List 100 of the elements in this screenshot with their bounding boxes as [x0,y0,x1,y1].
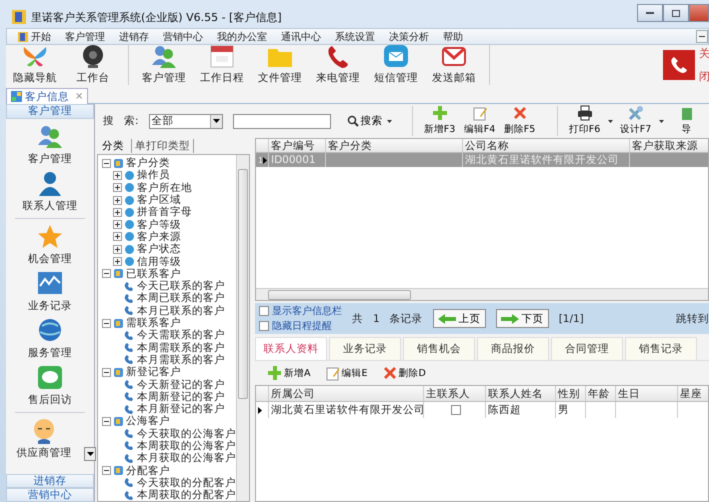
tree-item[interactable]: 客户状态 [137,242,181,256]
nav-item[interactable]: 联系人管理 [10,170,90,214]
collapse-toggle[interactable] [102,466,111,476]
tree-item[interactable]: 客户等级 [137,218,181,232]
expand-toggle[interactable] [113,244,122,254]
tree-item[interactable]: 本周已联系的客户 [137,291,225,306]
nav-item[interactable]: 供应商管理 [4,417,84,461]
column-header[interactable]: 星座 [678,386,709,401]
toolbar-button[interactable]: 文件管理 [253,43,307,85]
search-button[interactable]: 搜索 [346,114,383,128]
tab[interactable]: 单打印类型 [131,139,194,153]
tab[interactable]: 商品报价 [477,337,549,360]
tree-item[interactable]: 新登记客户 [126,365,181,380]
document-tab[interactable]: 客户信息 × [6,88,88,104]
nav-item[interactable]: 售后回访 [10,364,90,408]
toolbar-button[interactable]: 编辑E [324,365,368,381]
nav-item[interactable]: 机会管理 [10,223,90,267]
collapse-toggle[interactable] [102,368,111,377]
minimize-menu-button[interactable] [696,30,708,43]
tree-item[interactable]: 信用等级 [137,254,181,269]
collapse-toggle[interactable] [102,318,111,328]
nav-section-button[interactable]: 营销中心 [6,488,94,502]
toolbar-button[interactable]: 工作日程 [195,43,249,85]
menu-item[interactable]: 系统设置 [328,29,382,44]
close-tab-button[interactable]: × [75,91,84,102]
nav-item[interactable]: 服务管理 [10,317,90,361]
column-header[interactable]: 公司名称 [463,139,630,152]
expand-toggle[interactable] [113,196,122,205]
expand-toggle[interactable] [113,170,122,180]
previous-page-button[interactable]: 上页 [432,309,486,328]
nav-section-button[interactable]: 进销存 [6,474,94,488]
tab[interactable]: 销售机会 [403,337,475,360]
tree-item[interactable]: 本月新登记的客户 [137,402,225,416]
collapse-toggle[interactable] [102,269,111,278]
column-header[interactable]: 联系人姓名 [486,386,556,401]
column-header[interactable]: 客户分类 [326,139,463,152]
next-page-button[interactable]: 下页 [496,309,549,328]
expand-toggle[interactable] [113,208,122,217]
column-header[interactable]: 客户编号 [269,139,326,152]
column-header[interactable]: 所属公司 [269,386,424,401]
toolbar-button[interactable]: 新增A [267,365,310,381]
menu-item[interactable]: 决策分析 [382,29,436,44]
tree-item[interactable]: 今天新登记的客户 [137,378,225,392]
toolbar-button[interactable]: 短信管理 [369,43,423,85]
tree-item[interactable]: 本月获取的公海客户 [137,451,236,466]
collapse-toggle[interactable] [102,416,111,426]
tree-item[interactable]: 今天已联系的客户 [137,279,225,294]
checkbox[interactable] [259,306,269,316]
tree-item[interactable]: 本周获取的分配客户 [137,488,236,501]
toolbar-button[interactable]: 编辑F4 [462,105,497,136]
nav-item[interactable]: 客户管理 [10,123,90,167]
collapse-toggle[interactable] [102,158,111,168]
toolbar-button[interactable]: 删除F5 [502,105,537,136]
toolbar-button[interactable]: 客户管理 [137,43,191,85]
tree-item[interactable]: 本周需联系的客户 [137,340,225,355]
tree-item[interactable]: 客户区域 [137,193,181,208]
scope-dropdown[interactable]: 全部 [148,114,223,128]
tab[interactable]: 业务记录 [329,337,401,360]
tab[interactable]: 销售记录 [625,337,697,360]
checkbox[interactable] [259,321,269,331]
tree-item[interactable]: 操作员 [137,168,170,182]
toolbar-button[interactable]: 发送邮箱 [427,43,481,85]
tree-item[interactable]: 本月需联系的客户 [137,352,225,367]
dropdown-button[interactable] [84,447,96,461]
toolbar-button[interactable]: 隐藏导航 [8,43,62,85]
expand-toggle[interactable] [113,183,122,192]
maximize-button[interactable] [663,4,689,22]
expand-toggle[interactable] [113,232,122,242]
tree-item[interactable]: 拼音首字母 [137,205,192,220]
expand-toggle[interactable] [113,257,122,266]
tree-item[interactable]: 已联系客户 [126,266,181,281]
tree-item[interactable]: 本周获取的公海客户 [137,438,236,453]
column-header[interactable]: 年龄 [586,386,616,401]
menu-item[interactable]: 营销中心 [156,29,210,44]
tab[interactable]: 联系人资料 [255,337,327,360]
tree-item[interactable]: 今天获取的分配客户 [137,476,236,490]
column-header[interactable]: 生日 [616,386,678,401]
checkbox[interactable] [450,405,460,415]
menu-item[interactable]: 开始 [11,29,58,44]
tab[interactable]: 合同管理 [551,337,623,360]
menu-item[interactable]: 帮助 [436,29,470,44]
nav-header[interactable]: 客户管理 [6,104,94,119]
tree-item[interactable]: 分配客户 [126,464,170,478]
menu-item[interactable]: 我的办公室 [210,29,274,44]
search-field[interactable] [232,114,331,128]
toolbar-button[interactable]: 打印F6 [568,105,602,136]
tab[interactable]: 分类 [99,139,127,153]
column-header[interactable]: 客户获取来源 [630,139,709,152]
tree-item[interactable]: 本周新登记的客户 [137,390,225,404]
nav-item[interactable]: 业务记录 [10,270,90,314]
tree-item[interactable]: 客户所在地 [137,180,192,195]
menu-item[interactable]: 进销存 [112,29,156,44]
expand-toggle[interactable] [113,220,122,230]
tree-item[interactable]: 公海客户 [126,414,170,428]
minimize-button[interactable] [637,4,663,22]
toolbar-button[interactable]: 删除D [382,365,426,381]
tree-item[interactable]: 需联系客户 [126,316,181,330]
toolbar-button[interactable]: 设计F7 [618,105,653,136]
tree-item[interactable]: 今天需联系的客户 [137,328,225,342]
menu-item[interactable]: 通讯中心 [274,29,328,44]
